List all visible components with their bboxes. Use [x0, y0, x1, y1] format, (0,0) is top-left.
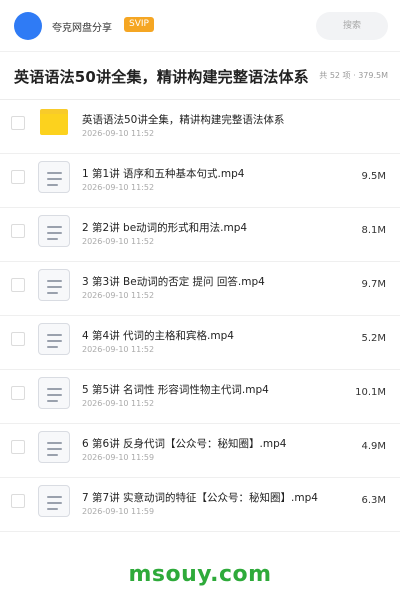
- file-name[interactable]: 2 第2讲 be动词的形式和用法.mp4: [82, 220, 247, 235]
- file-size: 9.7M: [361, 279, 386, 290]
- file-date: 2026-09-10 11:59: [82, 453, 155, 462]
- folder-icon: [40, 109, 68, 135]
- row-checkbox[interactable]: [11, 494, 25, 508]
- row-checkbox[interactable]: [11, 440, 25, 454]
- file-row[interactable]: 1 第1讲 语序和五种基本句式.mp4 2026-09-10 11:52 9.5M: [0, 154, 400, 208]
- row-checkbox[interactable]: [11, 224, 25, 238]
- file-date: 2026-09-10 11:59: [82, 507, 155, 516]
- folder-row[interactable]: 英语语法50讲全集，精讲构建完整语法体系 2026-09-10 11:52: [0, 100, 400, 154]
- file-date: 2026-09-10 11:52: [82, 291, 155, 300]
- row-checkbox[interactable]: [11, 278, 25, 292]
- file-date: 2026-09-10 11:52: [82, 345, 155, 354]
- file-row[interactable]: 7 第7讲 实意动词的特征【公众号：秘知圈】.mp4 2026-09-10 11:…: [0, 478, 400, 532]
- top-header: 夸克网盘分享 SVIP: [0, 0, 400, 52]
- brand-label: 夸克网盘分享: [52, 23, 112, 34]
- file-size: 10.1M: [355, 387, 386, 398]
- document-icon: [38, 323, 70, 355]
- svip-badge: SVIP: [124, 17, 154, 32]
- file-row[interactable]: 5 第5讲 名词性 形容词性物主代词.mp4 2026-09-10 11:52 10…: [0, 370, 400, 424]
- file-size: 6.3M: [361, 495, 386, 506]
- file-size: 8.1M: [361, 225, 386, 236]
- row-checkbox[interactable]: [11, 332, 25, 346]
- document-icon: [38, 215, 70, 247]
- file-size: 5.2M: [361, 333, 386, 344]
- file-name[interactable]: 7 第7讲 实意动词的特征【公众号：秘知圈】.mp4: [82, 490, 318, 505]
- file-list: 英语语法50讲全集，精讲构建完整语法体系 2026-09-10 11:52 1 第1…: [0, 100, 400, 532]
- document-icon: [38, 269, 70, 301]
- page-title: 英语语法50讲全集，精讲构建完整语法体系: [14, 68, 309, 86]
- item-count-size: 共 52 项 · 379.5M: [319, 71, 388, 80]
- document-icon: [38, 431, 70, 463]
- file-name[interactable]: 1 第1讲 语序和五种基本句式.mp4: [82, 166, 244, 181]
- file-name[interactable]: 英语语法50讲全集，精讲构建完整语法体系: [82, 112, 284, 127]
- row-checkbox[interactable]: [11, 116, 25, 130]
- avatar[interactable]: [14, 12, 42, 40]
- row-checkbox[interactable]: [11, 170, 25, 184]
- file-size: 9.5M: [361, 171, 386, 182]
- document-icon: [38, 377, 70, 409]
- file-row[interactable]: 6 第6讲 反身代词【公众号：秘知圈】.mp4 2026-09-10 11:59 4…: [0, 424, 400, 478]
- document-icon: [38, 161, 70, 193]
- share-title-bar: 英语语法50讲全集，精讲构建完整语法体系 共 52 项 · 379.5M: [0, 52, 400, 100]
- file-date: 2026-09-10 11:52: [82, 129, 155, 138]
- file-name[interactable]: 4 第4讲 代词的主格和宾格.mp4: [82, 328, 234, 343]
- search-input[interactable]: [316, 12, 388, 40]
- file-row[interactable]: 2 第2讲 be动词的形式和用法.mp4 2026-09-10 11:52 8.1M: [0, 208, 400, 262]
- file-date: 2026-09-10 11:52: [82, 183, 155, 192]
- row-checkbox[interactable]: [11, 386, 25, 400]
- file-row[interactable]: 3 第3讲 Be动词的否定 提问 回答.mp4 2026-09-10 11:52 9…: [0, 262, 400, 316]
- file-row[interactable]: 4 第4讲 代词的主格和宾格.mp4 2026-09-10 11:52 5.2M: [0, 316, 400, 370]
- file-name[interactable]: 5 第5讲 名词性 形容词性物主代词.mp4: [82, 382, 269, 397]
- file-date: 2026-09-10 11:52: [82, 399, 155, 408]
- file-date: 2026-09-10 11:52: [82, 237, 155, 246]
- watermark-text: msouy.com: [128, 562, 272, 587]
- file-size: 4.9M: [361, 441, 386, 452]
- file-name[interactable]: 3 第3讲 Be动词的否定 提问 回答.mp4: [82, 274, 265, 289]
- document-icon: [38, 485, 70, 517]
- file-name[interactable]: 6 第6讲 反身代词【公众号：秘知圈】.mp4: [82, 436, 286, 451]
